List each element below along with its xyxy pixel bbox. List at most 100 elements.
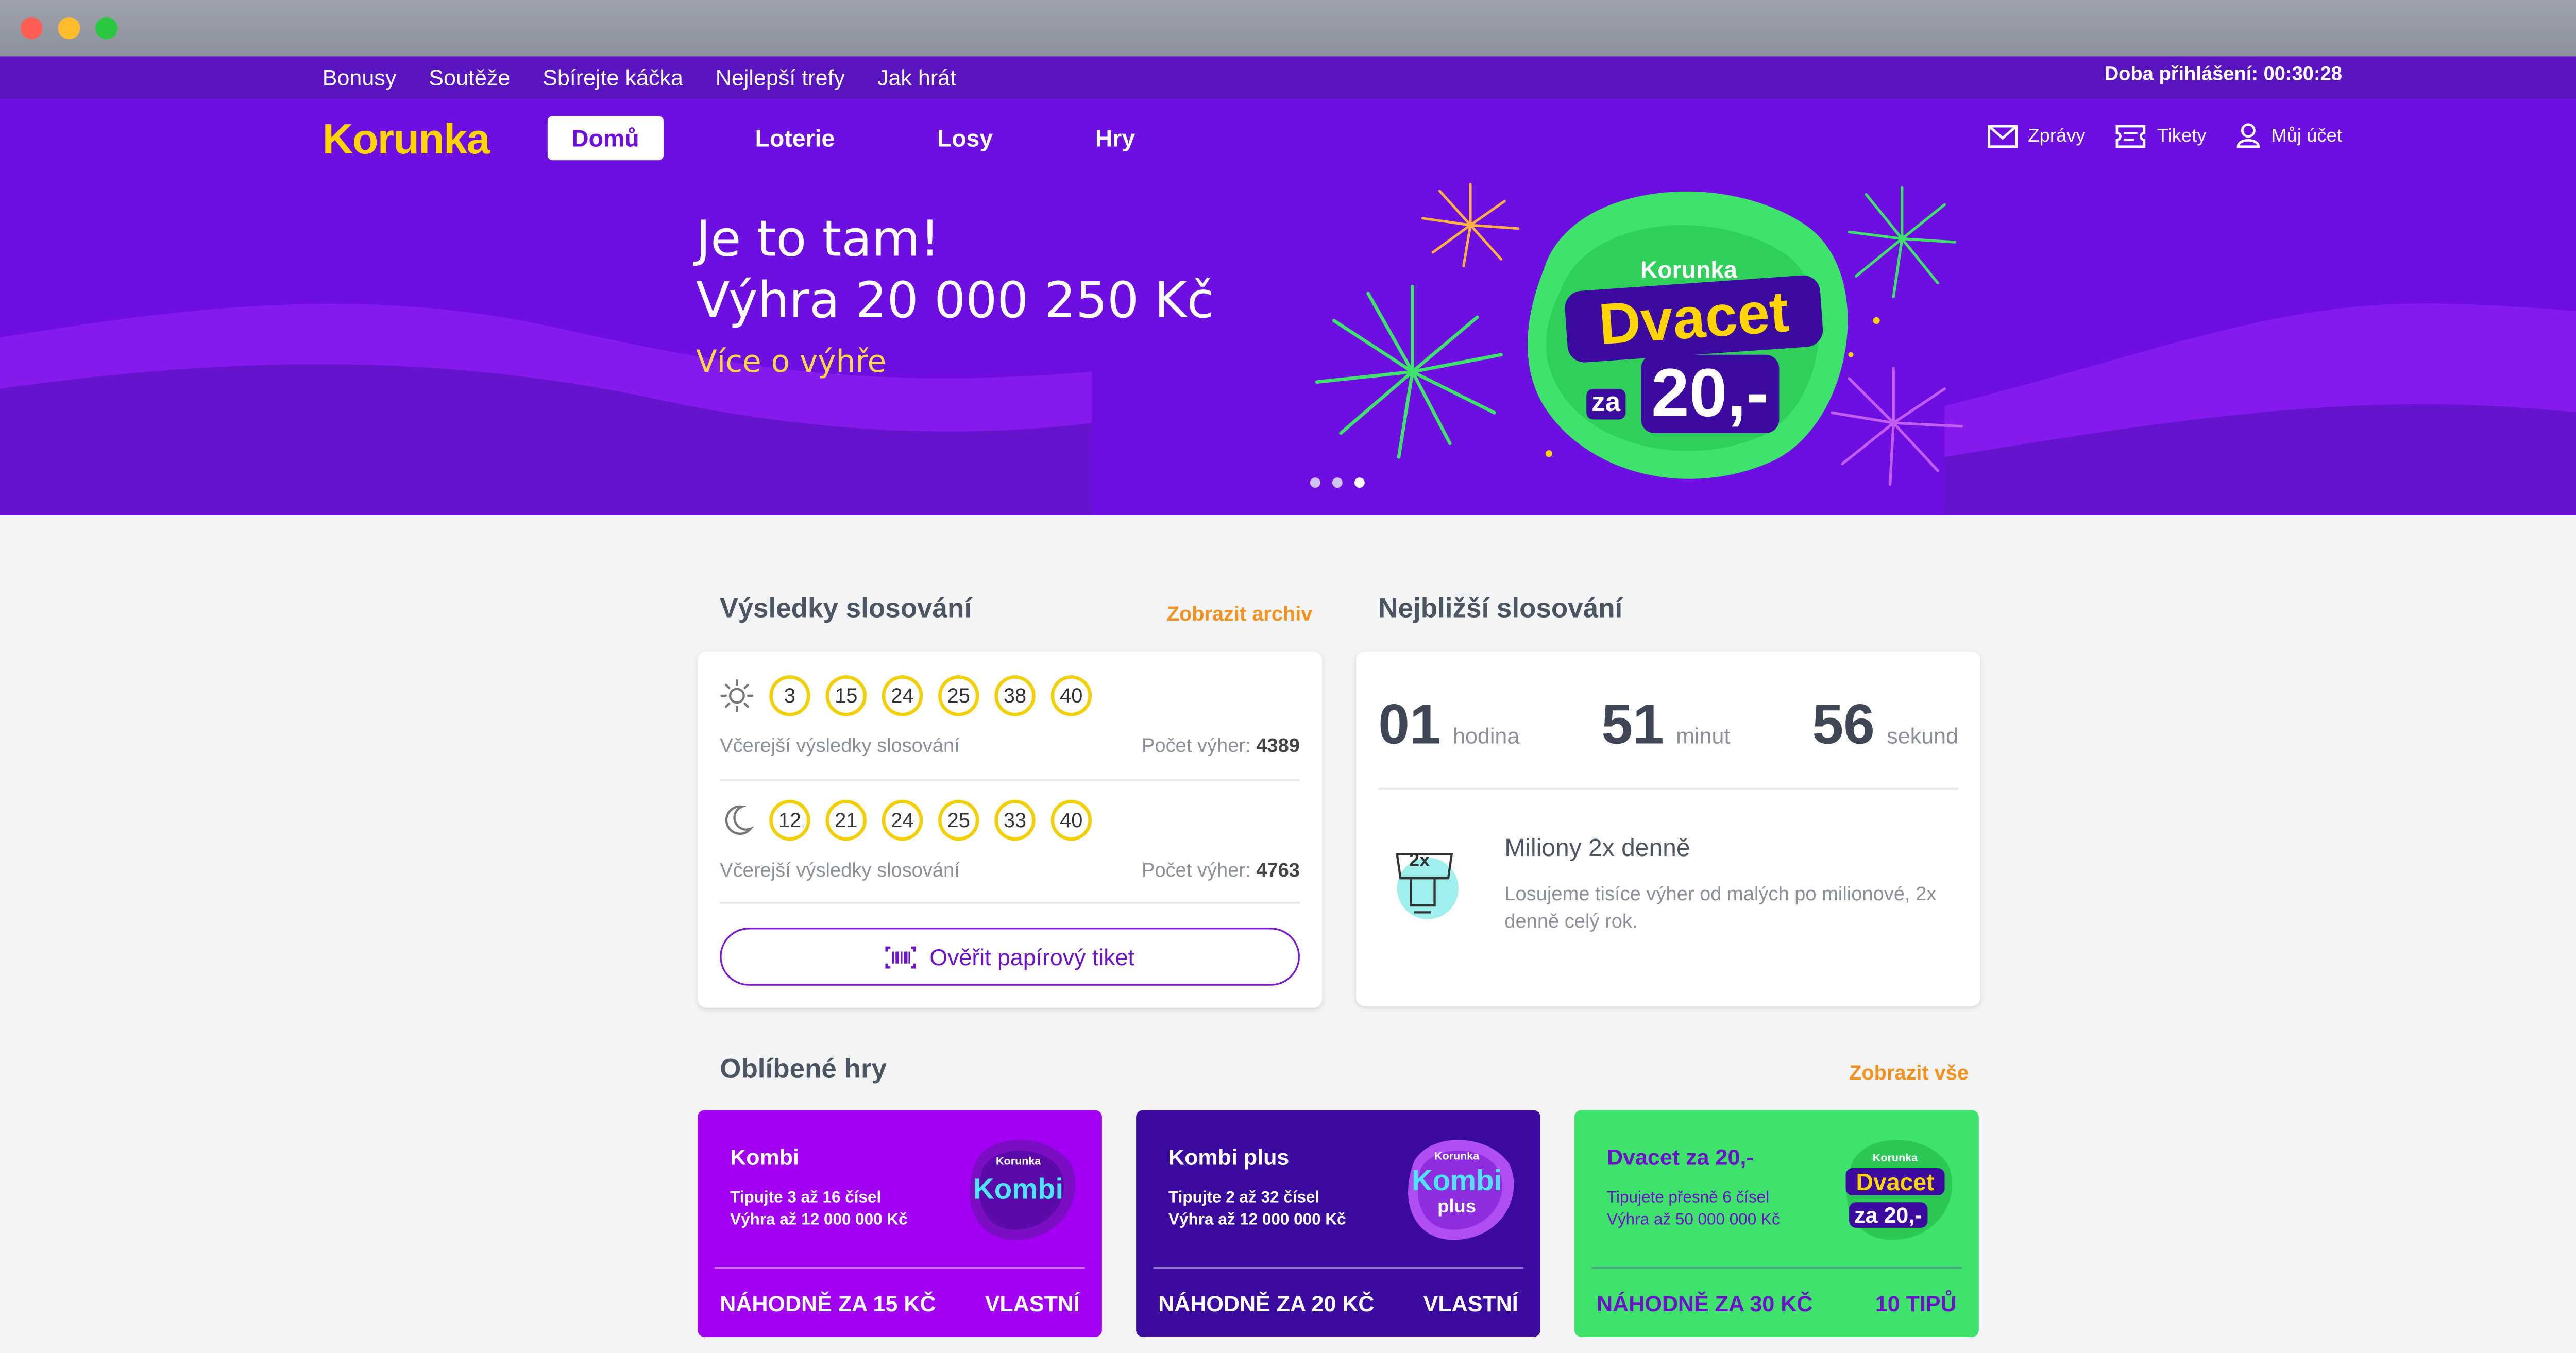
korunka-logo[interactable]: Korunka <box>323 116 490 165</box>
badge-price: 20,- <box>1641 354 1780 433</box>
close-window-button[interactable] <box>20 17 43 40</box>
top-link-bonusy[interactable]: Bonusy <box>323 65 397 91</box>
twice-daily-icon: 2x <box>1387 848 1462 923</box>
game-name: Kombi <box>730 1144 800 1170</box>
result-ball: 21 <box>825 799 867 841</box>
random-ticket-button[interactable]: NÁHODNĚ ZA 30 KČ <box>1597 1291 1812 1316</box>
result-ball: 25 <box>938 799 979 841</box>
ticket-icon <box>2116 124 2146 147</box>
results-card: 3 15 24 25 38 40 Včerejší výsledky sloso… <box>698 651 1323 1008</box>
verify-button-label: Ověřit papírový tiket <box>929 944 1134 970</box>
wins-count: Počet výher: 4389 <box>1142 737 1300 757</box>
result-ball: 33 <box>994 799 1036 841</box>
wins-label: Počet výher: <box>1141 737 1251 758</box>
result-ball: 15 <box>825 675 867 716</box>
random-ticket-button[interactable]: NÁHODNĚ ZA 20 KČ <box>1158 1291 1374 1316</box>
hero-carousel-dots <box>1310 477 1365 488</box>
nav-item-hry[interactable]: Hry <box>1071 116 1159 160</box>
draw-row-day: 3 15 24 25 38 40 <box>720 675 1092 716</box>
sun-icon <box>720 679 754 712</box>
carousel-dot-2[interactable] <box>1332 477 1343 488</box>
game-desc-1: Tipujete přesně 6 čísel <box>1606 1188 1770 1208</box>
wins-label: Počet výher: <box>1141 861 1251 882</box>
game-name: Dvacet za 20,- <box>1606 1144 1754 1170</box>
tickets-link[interactable]: Tikety <box>2116 124 2207 147</box>
info-text: Losujeme tisíce výher od malých po milio… <box>1504 885 1937 933</box>
hero-more-link[interactable]: Více o výhře <box>696 345 886 381</box>
result-ball: 24 <box>882 799 923 841</box>
info-title: Miliony 2x denně <box>1504 835 1690 863</box>
game-desc-2: Výhra až 12 000 000 Kč <box>730 1210 908 1230</box>
countdown-minutes: 51 minut <box>1601 692 1730 757</box>
minimize-window-button[interactable] <box>58 17 80 40</box>
result-ball: 40 <box>1050 799 1092 841</box>
carousel-dot-1[interactable] <box>1310 477 1320 488</box>
nav-item-loterie[interactable]: Loterie <box>731 116 858 160</box>
divider <box>1153 1267 1523 1269</box>
carousel-dot-3[interactable] <box>1354 477 1365 488</box>
messages-label: Zprávy <box>2028 125 2086 146</box>
firework-orange-icon <box>1421 183 1520 267</box>
top-link-nejlepsi-trefy[interactable]: Nejlepší trefy <box>716 65 845 91</box>
session-timer: Doba přihlášení: 00:30:28 <box>2104 64 2343 85</box>
next-draw-title: Nejbližší slosování <box>1378 595 1623 624</box>
draw-label: Včerejší výsledky slosování <box>720 737 960 758</box>
game-card-dvacet[interactable]: Dvacet za 20,- Tipujete přesně 6 čísel V… <box>1574 1110 1979 1337</box>
result-ball: 40 <box>1050 675 1092 716</box>
hero-game-badge[interactable]: Korunka Dvacet za 20,- <box>1535 218 1842 474</box>
custom-ticket-button[interactable]: VLASTNÍ <box>985 1291 1080 1316</box>
ten-tips-button[interactable]: 10 TIPŮ <box>1875 1291 1957 1316</box>
game-card-kombi[interactable]: Kombi Tipujte 3 až 16 čísel Výhra až 12 … <box>698 1110 1102 1337</box>
kombi-logo: Korunka Kombi <box>959 1131 1078 1243</box>
logo-title: Kombi <box>1412 1164 1502 1197</box>
game-desc-1: Tipujte 3 až 16 čísel <box>730 1188 882 1208</box>
page: Bonusy Soutěže Sbírejte káčka Nejlepší t… <box>0 0 2576 1349</box>
nav-item-domu[interactable]: Domů <box>547 116 663 161</box>
twice-daily-icon-text: 2x <box>1409 851 1430 871</box>
main-navigation: Domů Loterie Losy Hry <box>547 116 1214 161</box>
logo-brand: Korunka <box>1872 1153 1918 1165</box>
logo-brand: Korunka <box>996 1156 1041 1169</box>
logo-sub: plus <box>1437 1197 1477 1218</box>
results-archive-link[interactable]: Zobrazit archiv <box>1167 602 1313 626</box>
divider <box>1378 787 1959 790</box>
hero-headline: Je to tam! Výhra 20 000 250 Kč <box>696 208 1214 331</box>
logo-title: Dvacet <box>1845 1168 1945 1196</box>
badge-title: Dvacet <box>1564 274 1824 364</box>
top-link-jak-hrat[interactable]: Jak hrát <box>877 65 956 91</box>
draw-meta-day: Včerejší výsledky slosování Počet výher:… <box>720 737 1300 757</box>
games-all-link[interactable]: Zobrazit vše <box>1849 1060 1969 1084</box>
games-title: Oblíbené hry <box>720 1055 887 1085</box>
user-icon <box>2238 123 2261 148</box>
top-link-sbirejte-kacka[interactable]: Sbírejte káčka <box>543 65 683 91</box>
draw-label: Včerejší výsledky slosování <box>720 861 960 882</box>
verify-paper-ticket-button[interactable]: Ověřit papírový tiket <box>720 928 1300 986</box>
messages-link[interactable]: Zprávy <box>1987 124 2086 147</box>
top-utility-bar: Bonusy Soutěže Sbírejte káčka Nejlepší t… <box>0 56 2576 99</box>
account-link[interactable]: Můj účet <box>2237 123 2342 148</box>
random-ticket-button[interactable]: NÁHODNĚ ZA 15 KČ <box>720 1291 936 1316</box>
draw-row-night: 12 21 24 25 33 40 <box>720 799 1092 841</box>
result-ball: 12 <box>769 799 810 841</box>
wins-value: 4763 <box>1256 861 1300 882</box>
result-ball: 25 <box>938 675 979 716</box>
logo-brand: Korunka <box>1434 1151 1480 1163</box>
maximize-window-button[interactable] <box>95 17 118 40</box>
minutes-value: 51 <box>1601 692 1664 756</box>
divider <box>720 779 1300 781</box>
kombi-plus-logo: Korunka Kombi plus <box>1397 1131 1517 1243</box>
dvacet-logo: Korunka Dvacet za 20,- <box>1836 1131 1955 1243</box>
wins-count: Počet výher: 4763 <box>1142 861 1300 882</box>
tickets-label: Tikety <box>2157 125 2207 146</box>
firework-purple-icon <box>1831 367 1963 486</box>
nav-item-losy[interactable]: Losy <box>913 116 1017 160</box>
hero-banner: Korunka Domů Loterie Losy Hry Zprávy Tik… <box>0 99 2576 515</box>
top-links: Bonusy Soutěže Sbírejte káčka Nejlepší t… <box>323 56 956 99</box>
custom-ticket-button[interactable]: VLASTNÍ <box>1423 1291 1518 1316</box>
account-label: Můj účet <box>2271 125 2343 146</box>
game-card-kombi-plus[interactable]: Kombi plus Tipujte 2 až 32 čísel Výhra a… <box>1136 1110 1540 1337</box>
minutes-unit: minut <box>1676 723 1731 749</box>
top-link-souteze[interactable]: Soutěže <box>429 65 510 91</box>
game-desc-1: Tipujte 2 až 32 čísel <box>1168 1188 1320 1208</box>
seconds-value: 56 <box>1812 692 1875 756</box>
